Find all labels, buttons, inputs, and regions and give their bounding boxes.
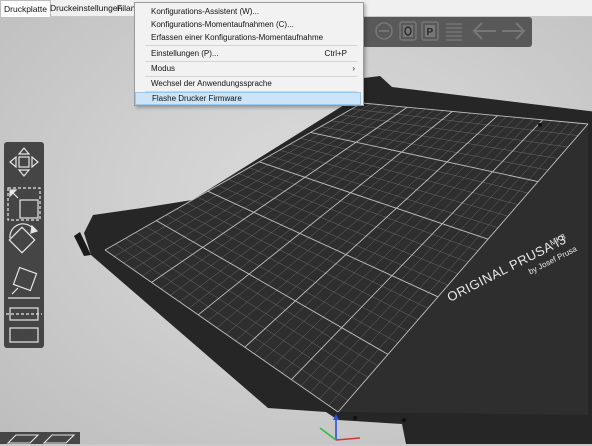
bed-hole <box>353 416 357 420</box>
layers-icon[interactable] <box>446 23 462 41</box>
move-icon[interactable] <box>9 147 39 177</box>
menu-item-change-language[interactable]: Wechsel der Anwendungssprache <box>135 77 361 90</box>
menu-item-label: Flashe Drucker Firmware <box>152 94 242 103</box>
zero-icon[interactable] <box>399 21 417 41</box>
place-on-face-icon[interactable] <box>8 266 40 299</box>
top-toolbar: P <box>362 17 532 47</box>
scale-icon[interactable] <box>7 187 41 221</box>
menu-item-preferences[interactable]: Einstellungen (P)... Ctrl+P <box>135 47 361 60</box>
menu-item-config-snapshots[interactable]: Konfigurations-Momentaufnahmen (C)... <box>135 18 361 31</box>
undo-icon[interactable] <box>472 22 496 40</box>
menu-item-label: Konfigurations-Assistent (W)... <box>151 7 260 16</box>
bottom-toolbar <box>0 432 80 444</box>
configuration-menu: Konfigurations-Assistent (W)... Konfigur… <box>134 2 364 106</box>
svg-text:P: P <box>427 27 434 38</box>
menu-item-label: Einstellungen (P)... <box>151 49 219 58</box>
menu-item-label: Modus <box>151 64 176 73</box>
menu-item-take-snapshot[interactable]: Erfassen einer Konfigurations-Momentaufn… <box>135 31 361 44</box>
bed-hole <box>402 418 406 422</box>
redo-icon[interactable] <box>502 22 526 40</box>
left-toolbar <box>4 142 44 348</box>
menu-item-flash-firmware[interactable]: Flashe Drucker Firmware <box>135 92 361 105</box>
p-icon[interactable]: P <box>421 21 439 41</box>
menu-item-shortcut: Ctrl+P <box>324 49 347 58</box>
menu-item-label: Wechsel der Anwendungssprache <box>151 79 272 88</box>
menu-separator <box>145 45 357 46</box>
menu-item-label: Konfigurations-Momentaufnahmen (C)... <box>151 20 294 29</box>
axis-x <box>335 437 361 441</box>
menu-item-config-wizard[interactable]: Konfigurations-Assistent (W)... <box>135 5 361 18</box>
remove-icon[interactable] <box>375 22 393 40</box>
menu-item-mode[interactable]: Modus › <box>135 62 361 75</box>
menu-item-label: Erfassen einer Konfigurations-Momentaufn… <box>151 33 324 42</box>
axis-y <box>319 427 337 441</box>
bed-hole <box>538 123 542 127</box>
cut-icon[interactable] <box>6 307 42 321</box>
chevron-right-icon: › <box>352 64 355 73</box>
view-icon[interactable] <box>6 434 76 444</box>
rotate-icon[interactable] <box>8 223 39 254</box>
tab-druckplatte[interactable]: Druckplatte <box>0 0 51 17</box>
support-paint-icon[interactable] <box>9 327 39 343</box>
